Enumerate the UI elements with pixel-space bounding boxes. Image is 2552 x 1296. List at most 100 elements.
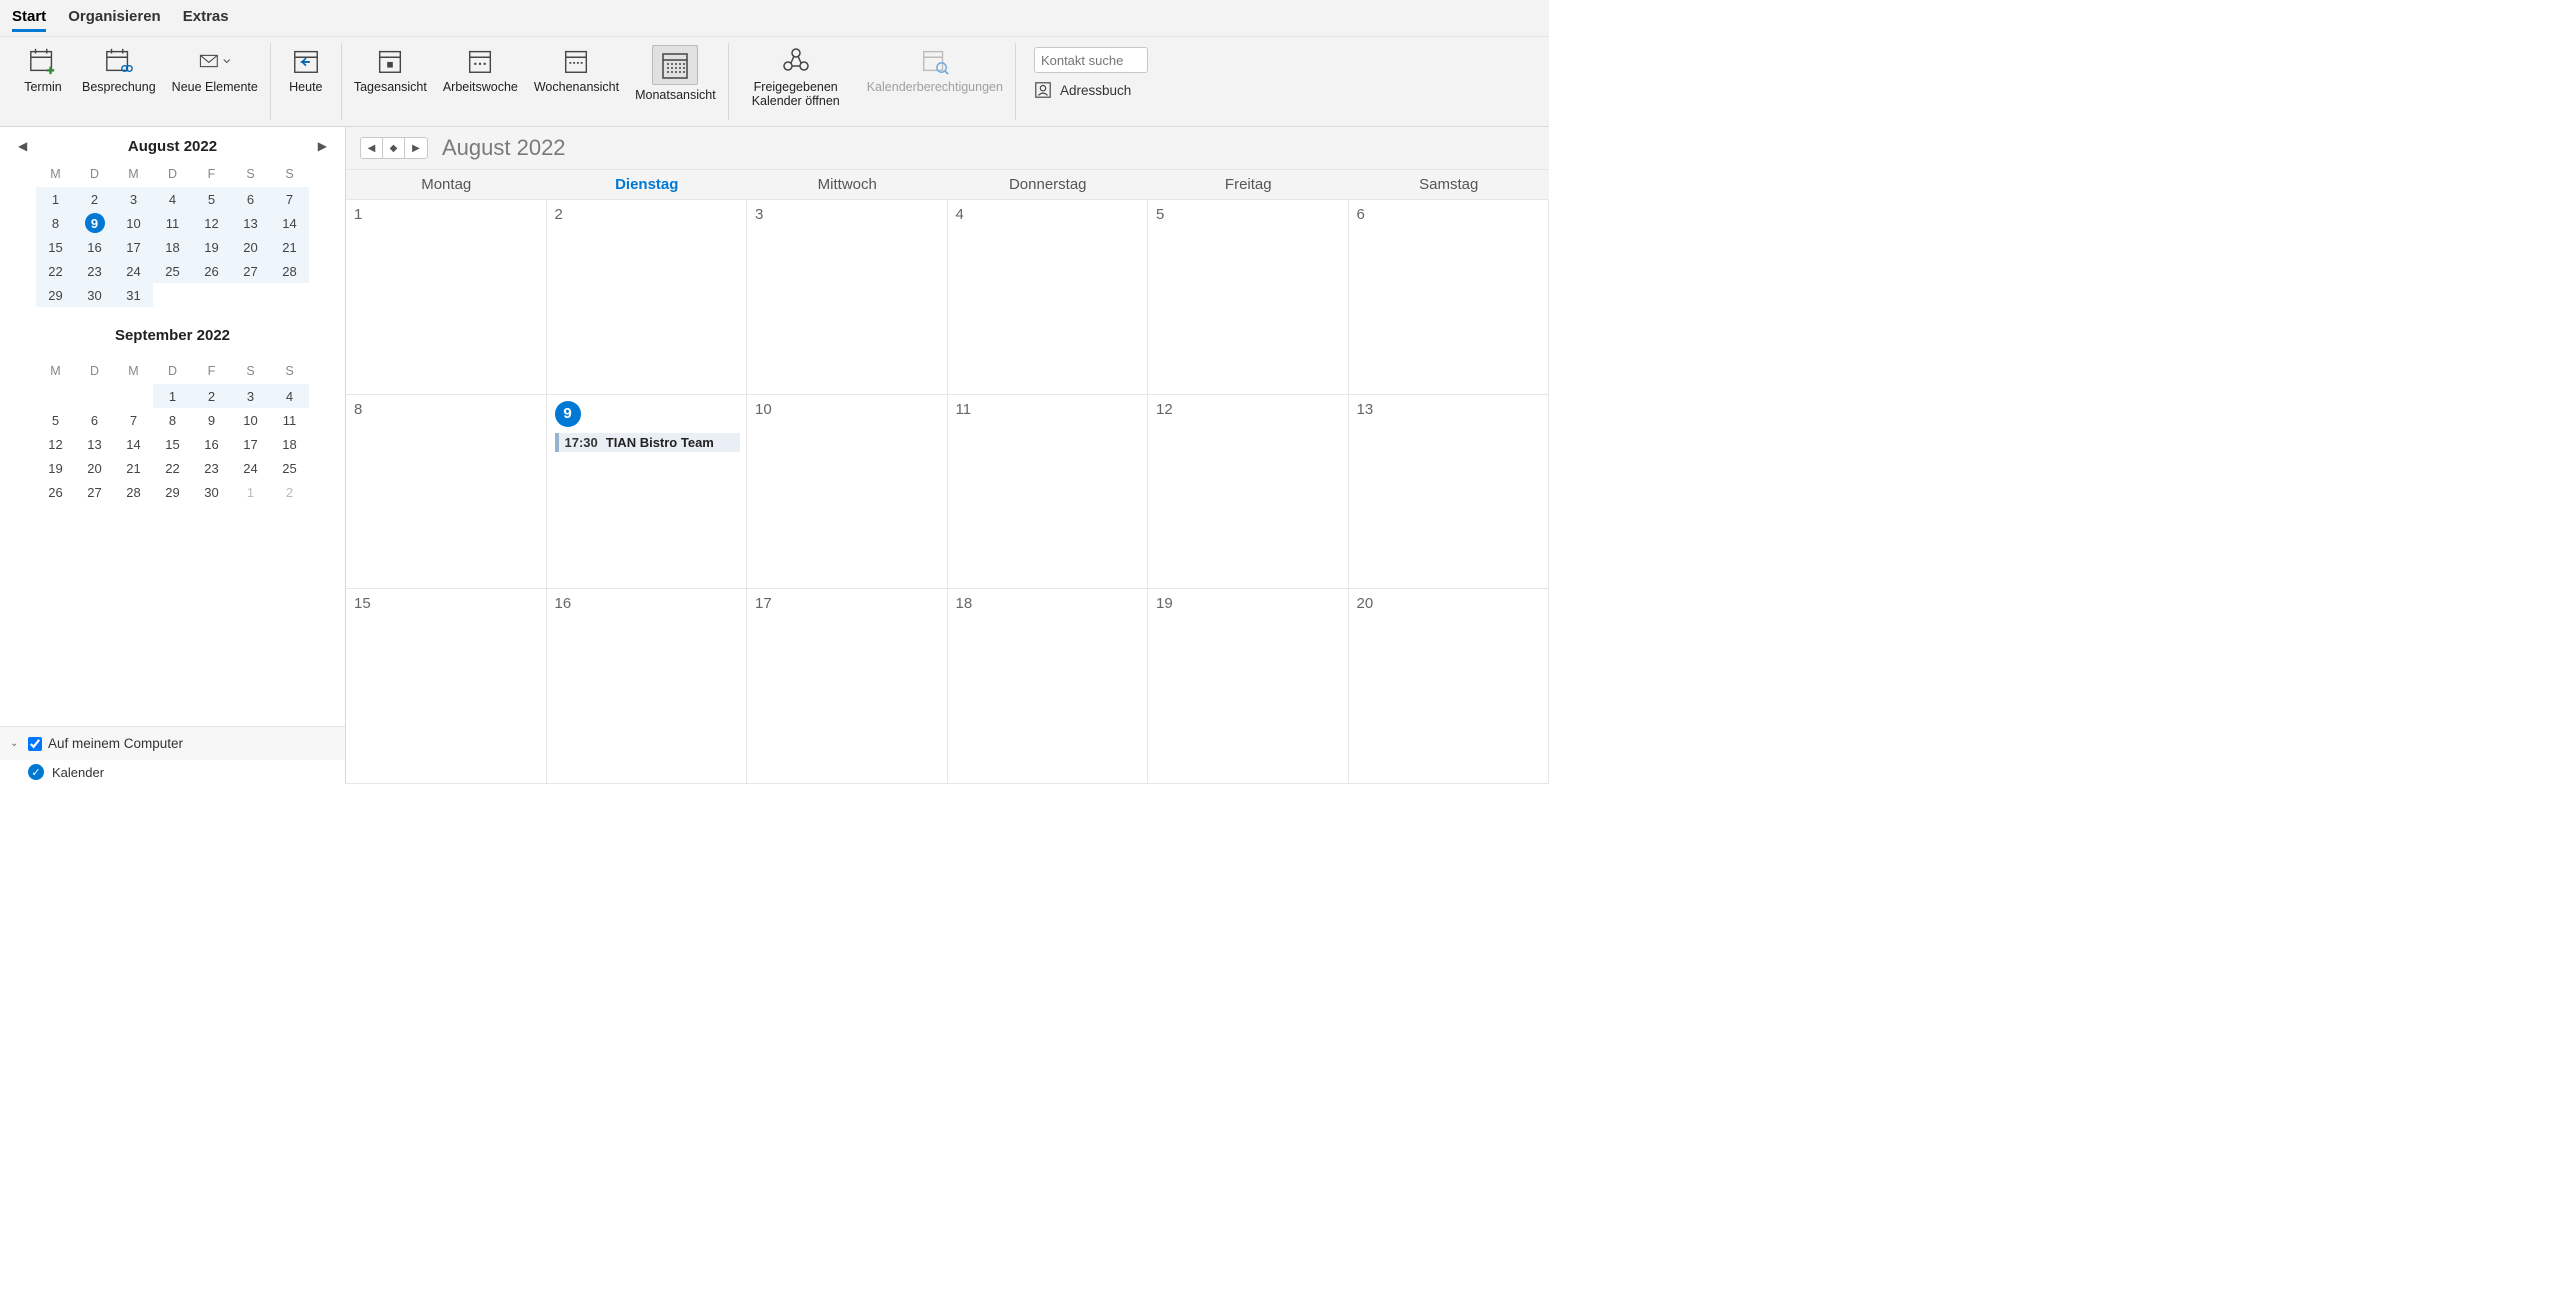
mini-day-cell[interactable]: 5: [36, 408, 75, 432]
mini-day-cell[interactable]: 21: [114, 456, 153, 480]
day-cell[interactable]: 18: [948, 589, 1149, 784]
mini-day-cell[interactable]: 12: [192, 211, 231, 235]
mini-day-cell[interactable]: 21: [270, 235, 309, 259]
mini-day-cell[interactable]: 28: [270, 259, 309, 283]
mini-day-cell[interactable]: 13: [75, 432, 114, 456]
day-cell[interactable]: 19: [1148, 589, 1349, 784]
ribbon-arbeitswoche-button[interactable]: Arbeitswoche: [441, 43, 520, 97]
mini-day-cell[interactable]: 6: [231, 187, 270, 211]
mini-day-cell[interactable]: 27: [231, 259, 270, 283]
calendar-event[interactable]: 17:30TIAN Bistro Team: [555, 433, 741, 452]
mini-day-cell[interactable]: 23: [75, 259, 114, 283]
mini-day-cell[interactable]: 15: [153, 432, 192, 456]
mini-day-cell[interactable]: 27: [75, 480, 114, 504]
mini-day-cell[interactable]: 4: [270, 384, 309, 408]
mini-day-cell[interactable]: 30: [75, 283, 114, 307]
mini-day-cell[interactable]: 2: [75, 187, 114, 211]
mini-day-cell[interactable]: 1: [153, 384, 192, 408]
mini-day-cell[interactable]: 29: [36, 283, 75, 307]
day-cell[interactable]: 15: [346, 589, 547, 784]
day-cell[interactable]: 17: [747, 589, 948, 784]
ribbon-wochenansicht-button[interactable]: Wochenansicht: [532, 43, 621, 97]
mini-day-cell[interactable]: 8: [153, 408, 192, 432]
mini-day-cell[interactable]: 11: [153, 211, 192, 235]
mini-day-cell[interactable]: 31: [114, 283, 153, 307]
menu-tab-organisieren[interactable]: Organisieren: [68, 8, 161, 32]
ribbon-besprechung-button[interactable]: Besprechung: [80, 43, 158, 97]
mini-day-cell[interactable]: 18: [270, 432, 309, 456]
mini-day-cell[interactable]: 1: [231, 480, 270, 504]
mini-day-cell[interactable]: 10: [231, 408, 270, 432]
tree-calendar-label[interactable]: Kalender: [52, 765, 104, 780]
mini-day-cell[interactable]: 17: [114, 235, 153, 259]
mini-day-cell[interactable]: 18: [153, 235, 192, 259]
day-cell[interactable]: 2: [547, 200, 748, 395]
contact-search-input[interactable]: [1034, 47, 1148, 73]
mini-day-cell[interactable]: 22: [153, 456, 192, 480]
tree-expand-icon[interactable]: ⌄: [10, 738, 22, 749]
day-cell[interactable]: 6: [1349, 200, 1550, 395]
day-cell[interactable]: 3: [747, 200, 948, 395]
mini-next-month-button[interactable]: ▶: [312, 135, 333, 157]
mini-day-cell[interactable]: 16: [75, 235, 114, 259]
mini-day-cell[interactable]: 23: [192, 456, 231, 480]
mini-day-cell[interactable]: 25: [270, 456, 309, 480]
mini-day-cell[interactable]: 19: [192, 235, 231, 259]
mini-day-cell[interactable]: 20: [75, 456, 114, 480]
day-cell[interactable]: 8: [346, 395, 547, 590]
calendar-color-dot[interactable]: ✓: [28, 764, 44, 780]
mini-day-cell[interactable]: 26: [192, 259, 231, 283]
mini-day-cell[interactable]: 28: [114, 480, 153, 504]
mini-day-cell[interactable]: 20: [231, 235, 270, 259]
mini-day-cell[interactable]: 9: [192, 408, 231, 432]
tree-root-label[interactable]: Auf meinem Computer: [48, 736, 183, 751]
menu-tab-extras[interactable]: Extras: [183, 8, 229, 32]
day-cell[interactable]: 16: [547, 589, 748, 784]
month-today-button[interactable]: ◆: [383, 138, 405, 158]
mini-day-cell[interactable]: 30: [192, 480, 231, 504]
mini-day-cell[interactable]: 1: [36, 187, 75, 211]
day-cell[interactable]: 11: [948, 395, 1149, 590]
mini-day-cell[interactable]: 3: [114, 187, 153, 211]
day-cell[interactable]: 10: [747, 395, 948, 590]
tree-root-checkbox[interactable]: [28, 737, 42, 751]
mini-day-cell[interactable]: 2: [270, 480, 309, 504]
menu-tab-start[interactable]: Start: [12, 8, 46, 32]
mini-day-cell[interactable]: 2: [192, 384, 231, 408]
mini-prev-month-button[interactable]: ◀: [12, 135, 33, 157]
day-cell[interactable]: 4: [948, 200, 1149, 395]
ribbon-monatsansicht-button[interactable]: Monatsansicht: [633, 43, 718, 105]
mini-day-cell[interactable]: 14: [270, 211, 309, 235]
mini-day-cell[interactable]: 29: [153, 480, 192, 504]
mini-day-cell[interactable]: 5: [192, 187, 231, 211]
mini-day-cell[interactable]: 26: [36, 480, 75, 504]
day-cell[interactable]: 5: [1148, 200, 1349, 395]
mini-day-cell[interactable]: 6: [75, 408, 114, 432]
mini-day-cell[interactable]: 22: [36, 259, 75, 283]
month-grid[interactable]: 1234568917:30TIAN Bistro Team10111213151…: [346, 200, 1549, 784]
day-cell[interactable]: 12: [1148, 395, 1349, 590]
month-next-button[interactable]: ▶: [405, 138, 427, 158]
ribbon-tagesansicht-button[interactable]: Tagesansicht: [352, 43, 429, 97]
mini-day-cell[interactable]: 17: [231, 432, 270, 456]
mini-day-cell[interactable]: 4: [153, 187, 192, 211]
month-prev-button[interactable]: ◀: [361, 138, 383, 158]
mini-day-cell[interactable]: 9: [75, 211, 114, 235]
mini-day-cell[interactable]: 16: [192, 432, 231, 456]
mini-day-cell[interactable]: 10: [114, 211, 153, 235]
mini-day-cell[interactable]: 24: [114, 259, 153, 283]
ribbon-heute-button[interactable]: Heute: [281, 43, 331, 97]
mini-day-cell[interactable]: 19: [36, 456, 75, 480]
mini-day-cell[interactable]: 3: [231, 384, 270, 408]
mini-day-cell[interactable]: 7: [114, 408, 153, 432]
mini-day-cell[interactable]: 24: [231, 456, 270, 480]
day-cell[interactable]: 917:30TIAN Bistro Team: [547, 395, 748, 590]
ribbon-freigegebenen-button[interactable]: Freigegebenen Kalender öffnen: [739, 43, 853, 111]
ribbon-neue-elemente-button[interactable]: Neue Elemente: [170, 43, 260, 97]
mini-day-cell[interactable]: 11: [270, 408, 309, 432]
day-cell[interactable]: 1: [346, 200, 547, 395]
addressbook-button[interactable]: Adressbuch: [1034, 81, 1148, 99]
day-cell[interactable]: 20: [1349, 589, 1550, 784]
mini-day-cell[interactable]: 13: [231, 211, 270, 235]
mini-day-cell[interactable]: 7: [270, 187, 309, 211]
